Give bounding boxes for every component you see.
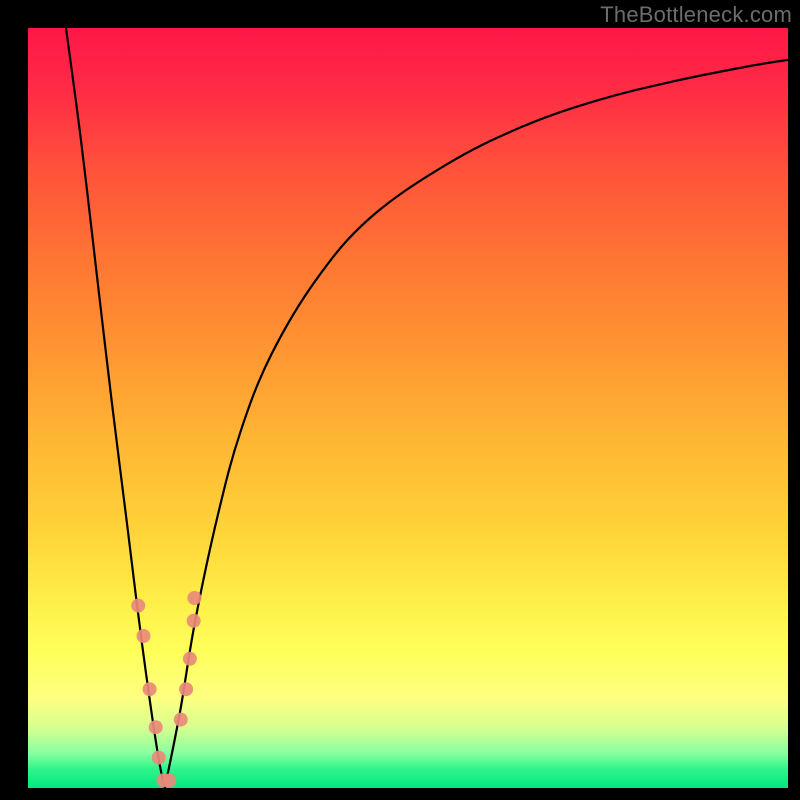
chart-svg: [28, 28, 788, 788]
data-marker: [187, 591, 201, 605]
data-marker: [174, 713, 188, 727]
data-marker: [179, 682, 193, 696]
data-marker: [137, 629, 151, 643]
plot-frame: [28, 28, 788, 788]
watermark-text: TheBottleneck.com: [600, 2, 792, 28]
data-marker: [149, 720, 163, 734]
data-marker: [183, 652, 197, 666]
data-marker: [131, 599, 145, 613]
left-swoop-curve: [66, 28, 165, 788]
data-marker: [143, 682, 157, 696]
right-swoop-curve: [165, 60, 788, 788]
data-marker: [187, 614, 201, 628]
data-marker: [152, 751, 166, 765]
data-marker: [162, 773, 176, 787]
data-markers: [131, 591, 201, 787]
